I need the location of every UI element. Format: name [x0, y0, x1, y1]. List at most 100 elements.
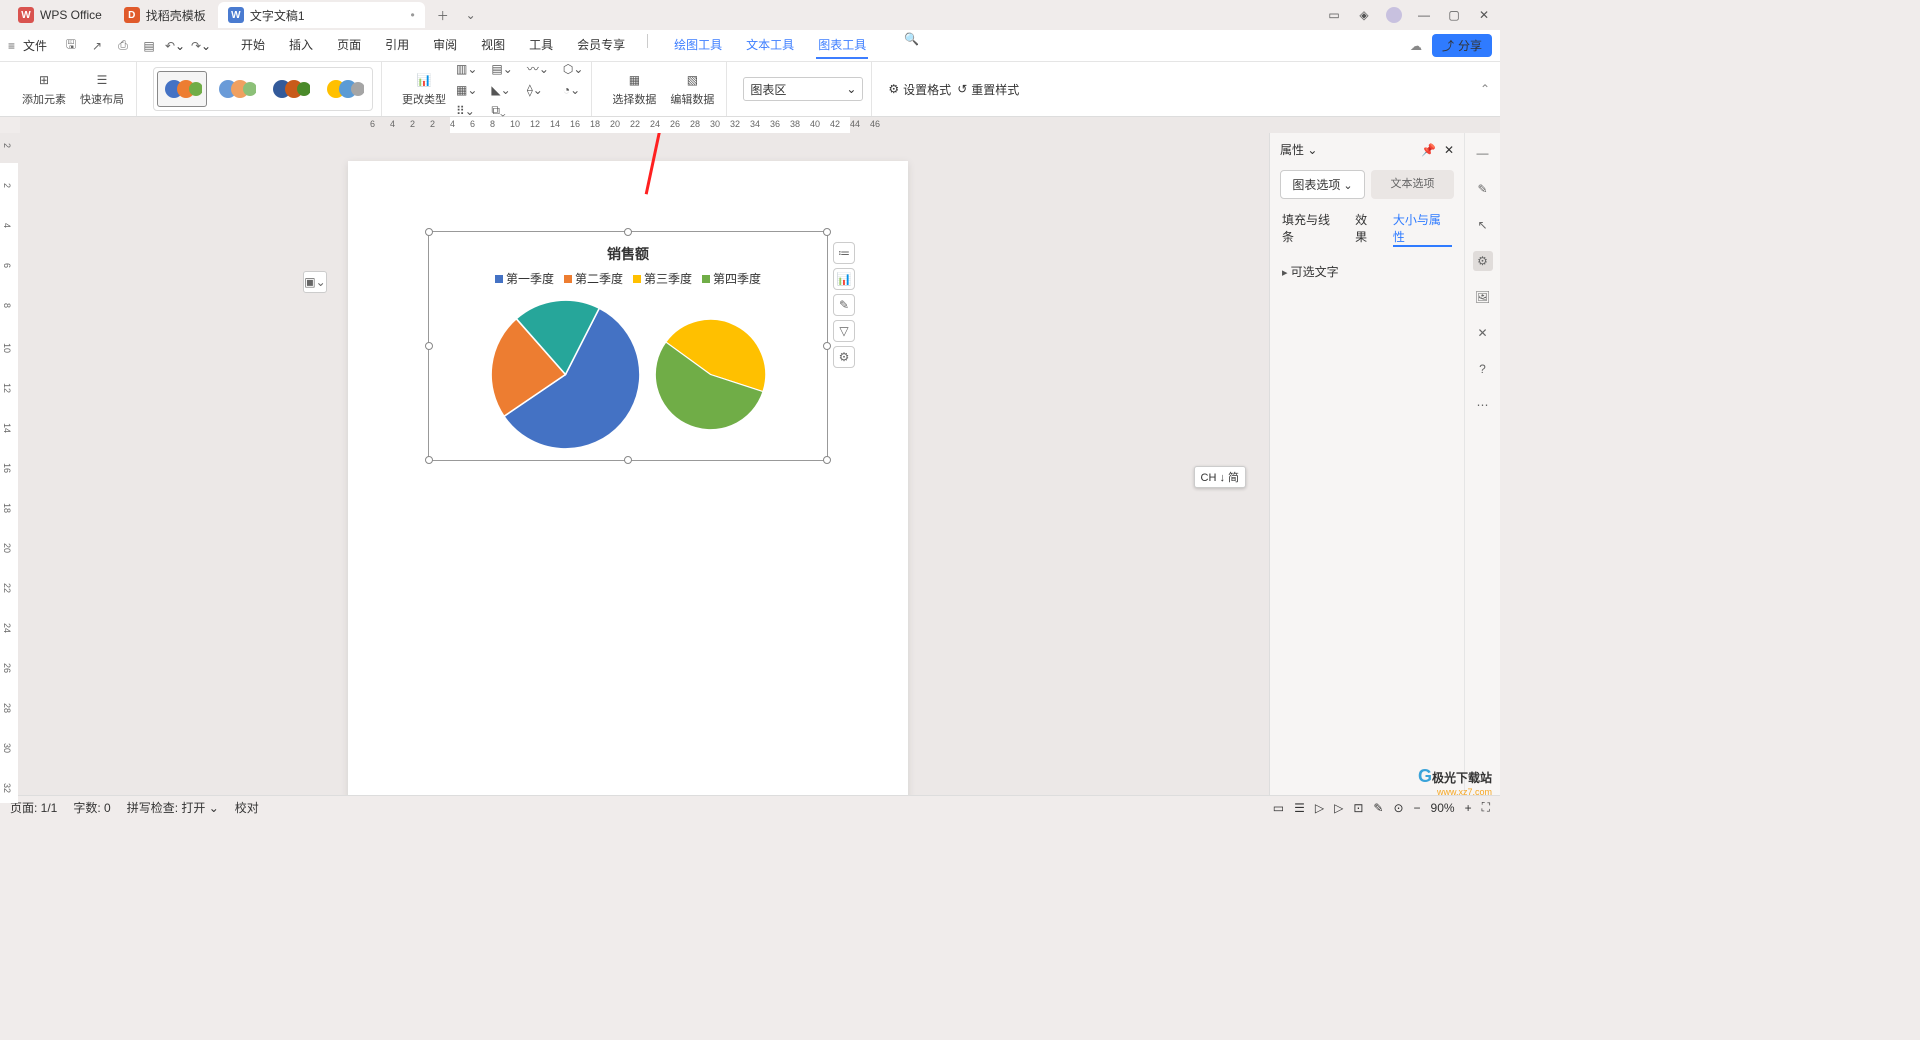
- resize-handle[interactable]: [823, 456, 831, 464]
- select-tool-icon[interactable]: ↖: [1473, 215, 1493, 235]
- view-page-icon[interactable]: ▭: [1273, 801, 1284, 815]
- save-icon[interactable]: 🖫: [63, 38, 79, 54]
- subtab-effect[interactable]: 效果: [1355, 211, 1379, 247]
- avatar[interactable]: [1386, 7, 1402, 23]
- zoom-fit-icon[interactable]: ⊙: [1393, 801, 1403, 815]
- tab-draw-tools[interactable]: 绘图工具: [672, 32, 724, 59]
- props-tab-chart[interactable]: 图表选项 ⌄: [1280, 170, 1365, 199]
- subtab-fill[interactable]: 填充与线条: [1282, 211, 1341, 247]
- print-icon[interactable]: ⎙: [115, 38, 131, 54]
- column-dropdown[interactable]: ▤⌄: [491, 60, 512, 77]
- chart-object[interactable]: 销售额 第一季度第二季度第三季度第四季度 ≔ 📊 ✎ ▽ ⚙: [428, 231, 828, 461]
- chart-title[interactable]: 销售额: [429, 244, 827, 264]
- preview-icon[interactable]: ▤: [141, 38, 157, 54]
- change-type-button[interactable]: 📊更改类型: [398, 69, 450, 109]
- cloud-icon[interactable]: ☁: [1410, 39, 1422, 53]
- tab-text-tools[interactable]: 文本工具: [744, 32, 796, 59]
- grid-dropdown[interactable]: ▦⌄: [456, 83, 477, 97]
- image-tool-icon[interactable]: 🖼: [1473, 287, 1493, 307]
- zoom-in-icon[interactable]: +: [1465, 801, 1472, 815]
- tab-templates[interactable]: D找稻壳模板: [114, 2, 216, 28]
- quick-layout-button[interactable]: ☰快速布局: [76, 69, 128, 109]
- view-focus-icon[interactable]: ⊡: [1353, 801, 1363, 815]
- zoom-value[interactable]: 90%: [1431, 801, 1455, 815]
- chart-filter-icon[interactable]: ▽: [833, 320, 855, 342]
- close-window-icon[interactable]: ✕: [1476, 7, 1492, 23]
- reset-style-button[interactable]: ↺重置样式: [957, 81, 1019, 98]
- tab-document[interactable]: W文字文稿1•: [218, 2, 425, 28]
- layout-options-button[interactable]: ▣⌄: [303, 271, 327, 293]
- scatter-dropdown[interactable]: ⠿⌄: [456, 103, 477, 118]
- stock-dropdown[interactable]: ⟠⌄: [527, 83, 549, 97]
- ime-badge[interactable]: CH ↓ 简: [1194, 466, 1247, 488]
- style-item[interactable]: [157, 71, 207, 107]
- tab-page[interactable]: 页面: [335, 32, 363, 59]
- resize-handle[interactable]: [624, 456, 632, 464]
- props-section-alttext[interactable]: ▸ 可选文字: [1270, 255, 1464, 288]
- chart-edit-icon[interactable]: ✎: [833, 294, 855, 316]
- resize-handle[interactable]: [624, 228, 632, 236]
- add-element-button[interactable]: ⊞添加元素: [18, 69, 70, 109]
- fullscreen-icon[interactable]: ⛶: [1482, 800, 1490, 815]
- shapes-tool-icon[interactable]: ✕: [1473, 323, 1493, 343]
- chart-settings-icon[interactable]: ⚙: [833, 346, 855, 368]
- line-dropdown[interactable]: 〰⌄: [527, 60, 549, 77]
- radar-dropdown[interactable]: ⬡⌄: [563, 60, 584, 77]
- tab-menu-button[interactable]: ⌄: [459, 3, 483, 27]
- settings-tool-icon[interactable]: ⚙: [1473, 251, 1493, 271]
- collapse-ribbon-icon[interactable]: ⌃: [1480, 82, 1490, 96]
- view-draft-icon[interactable]: ✎: [1373, 801, 1383, 815]
- chart-styles-icon[interactable]: 📊: [833, 268, 855, 290]
- status-spell[interactable]: 拼写检查: 打开 ⌄: [127, 799, 219, 816]
- resize-handle[interactable]: [823, 342, 831, 350]
- tab-insert[interactable]: 插入: [287, 32, 315, 59]
- edit-data-button[interactable]: ▧编辑数据: [666, 69, 718, 109]
- tab-wps[interactable]: WWPS Office: [8, 2, 112, 28]
- close-panel-icon[interactable]: ✕: [1444, 143, 1454, 157]
- export-icon[interactable]: ↗: [89, 38, 105, 54]
- chart-legend[interactable]: 第一季度第二季度第三季度第四季度: [429, 270, 827, 287]
- redo-icon[interactable]: ↷⌄: [193, 38, 209, 54]
- search-icon[interactable]: 🔍: [904, 32, 919, 59]
- style-item[interactable]: [265, 71, 315, 107]
- resize-handle[interactable]: [823, 228, 831, 236]
- tab-view[interactable]: 视图: [479, 32, 507, 59]
- tab-chart-tools[interactable]: 图表工具: [816, 32, 868, 59]
- file-menu[interactable]: 文件: [23, 37, 47, 54]
- chart-elements-icon[interactable]: ≔: [833, 242, 855, 264]
- combo-dropdown[interactable]: ⧉⌄: [491, 103, 512, 118]
- window-snap-icon[interactable]: ▭: [1326, 7, 1342, 23]
- status-words[interactable]: 字数: 0: [73, 799, 110, 816]
- new-tab-button[interactable]: ＋: [431, 3, 455, 27]
- style-item[interactable]: [211, 71, 261, 107]
- maximize-icon[interactable]: ▢: [1446, 7, 1462, 23]
- help-icon[interactable]: ?: [1473, 359, 1493, 379]
- tab-reference[interactable]: 引用: [383, 32, 411, 59]
- undo-icon[interactable]: ↶⌄: [167, 38, 183, 54]
- props-tab-text[interactable]: 文本选项: [1371, 170, 1454, 199]
- close-icon[interactable]: •: [411, 8, 415, 22]
- area-dropdown[interactable]: ◣⌄: [491, 83, 512, 97]
- view-outline-icon[interactable]: ☰: [1294, 801, 1305, 815]
- select-data-button[interactable]: ▦选择数据: [608, 69, 660, 109]
- pie-dropdown[interactable]: ◔⌄: [563, 83, 584, 97]
- canvas[interactable]: ▣⌄ 销售额 第一季度第二季度第三季度第四季度 ≔ 📊: [18, 133, 1269, 795]
- resize-handle[interactable]: [425, 228, 433, 236]
- subtab-size[interactable]: 大小与属性: [1393, 211, 1452, 247]
- chart-area-select[interactable]: 图表区⌄: [743, 77, 863, 101]
- menu-icon[interactable]: ≡: [8, 39, 15, 53]
- share-button[interactable]: ⤴分享: [1432, 34, 1492, 57]
- style-gallery[interactable]: [153, 67, 373, 111]
- collapse-rail-icon[interactable]: —: [1473, 143, 1493, 163]
- more-icon[interactable]: ⋯: [1473, 395, 1493, 415]
- pin-icon[interactable]: 📌: [1421, 143, 1436, 157]
- chart-plot[interactable]: [429, 297, 827, 452]
- tab-start[interactable]: 开始: [239, 32, 267, 59]
- style-item[interactable]: [319, 71, 369, 107]
- resize-handle[interactable]: [425, 456, 433, 464]
- pen-tool-icon[interactable]: ✎: [1473, 179, 1493, 199]
- resize-handle[interactable]: [425, 342, 433, 350]
- tab-tools[interactable]: 工具: [527, 32, 555, 59]
- view-web-icon[interactable]: ▷: [1315, 801, 1324, 815]
- cube-icon[interactable]: ◈: [1356, 7, 1372, 23]
